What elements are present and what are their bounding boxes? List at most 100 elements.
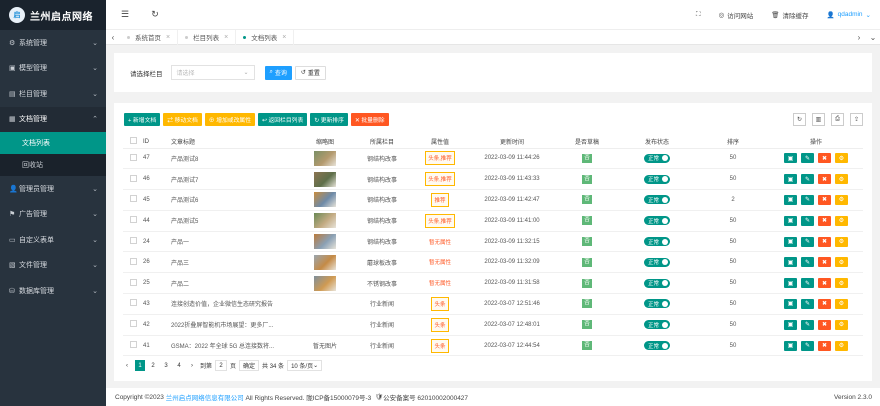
close-icon[interactable]: × [224, 34, 228, 41]
table-row[interactable]: 41 GSMA：2022 年全球 5G 总连接数将... 暂无图片 行业新闻 头条 202… [123, 335, 863, 357]
sidebar-item[interactable]: ⚙ 系统管理 ⌄ [0, 30, 106, 56]
category-select[interactable]: 请选择 ⌄ [170, 65, 255, 80]
clear-cache-link[interactable]: 🗑 清除缓存 [762, 10, 817, 20]
edit-icon[interactable]: ✎ [801, 174, 814, 185]
settings-icon[interactable]: ⚙ [835, 174, 848, 185]
delete-icon[interactable]: ✖ [818, 298, 831, 309]
row-select-cell[interactable] [123, 231, 143, 253]
sidebar-item[interactable]: ▧ 文件管理 ⌄ [0, 253, 106, 279]
search-button[interactable]: ⌕ 查询 [264, 65, 292, 80]
row-checkbox[interactable] [129, 153, 137, 161]
status-toggle[interactable]: 正常 [643, 299, 670, 309]
status-toggle[interactable]: 正常 [643, 278, 670, 288]
row-checkbox[interactable] [129, 174, 137, 182]
delete-icon[interactable]: ✖ [818, 236, 831, 247]
visit-site-link[interactable]: ◎ 访问网站 [710, 10, 763, 20]
page-size-select[interactable]: 10 条/页 ⌄ [287, 360, 323, 371]
delete-icon[interactable]: ✖ [818, 340, 831, 351]
status-toggle[interactable]: 正常 [643, 257, 670, 267]
page-1[interactable]: 1 [135, 360, 145, 371]
edit-icon[interactable]: ✎ [801, 340, 814, 351]
toolbar-button[interactable]: ⊕ 增加或改属性 [204, 113, 255, 126]
settings-icon[interactable]: ⚙ [835, 278, 848, 289]
row-select-cell[interactable] [123, 251, 143, 274]
toolbar-button[interactable]: ✕ 批量删除 [350, 113, 389, 126]
menu-toggle-icon[interactable]: ☰ [114, 9, 136, 20]
reset-button[interactable]: ↺ 重置 [294, 65, 326, 80]
tab-category-list[interactable]: 栏目列表 × [178, 29, 237, 45]
row-checkbox[interactable] [129, 341, 137, 349]
toolbar-button[interactable]: ⇄ 移动文档 [163, 113, 202, 126]
page-3[interactable]: 3 [161, 360, 171, 371]
page-4[interactable]: 4 [174, 360, 184, 371]
status-toggle[interactable]: 正常 [643, 153, 670, 163]
row-checkbox[interactable] [129, 195, 137, 203]
edit-icon[interactable]: ✎ [801, 319, 814, 330]
sidebar-item[interactable]: ⚑ 广告管理 ⌄ [0, 202, 106, 228]
row-select-cell[interactable] [123, 272, 143, 295]
table-row[interactable]: 44 产品测试5 钢结构改事 头条,推荐 2022-03-09 11:41:00 否 正常 5… [123, 210, 863, 232]
goto-confirm-button[interactable]: 确定 [239, 360, 260, 371]
status-toggle[interactable]: 正常 [643, 195, 670, 205]
view-icon[interactable]: ▣ [784, 174, 797, 185]
table-row[interactable]: 45 产品测试6 钢结构改事 推荐 2022-03-09 11:42:47 否 正常 2 ▣ ✎ ✖… [123, 189, 863, 211]
delete-icon[interactable]: ✖ [818, 194, 831, 205]
edit-icon[interactable]: ✎ [801, 298, 814, 309]
settings-icon[interactable]: ⚙ [835, 215, 848, 226]
row-select-cell[interactable] [123, 293, 143, 315]
tab-home[interactable]: 系统首页 × [120, 29, 179, 45]
settings-icon[interactable]: ⚙ [835, 257, 848, 268]
table-row[interactable]: 46 产品测试7 钢结构改事 头条,推荐 2022-03-09 11:43:33 否 正常 5… [123, 168, 863, 191]
settings-icon[interactable]: ⚙ [835, 236, 848, 247]
table-row[interactable]: 42 2022折叠屏智能机市场展望：更多厂... 行业新闻 头条 2022-03-07 … [123, 314, 863, 336]
settings-icon[interactable]: ⚙ [835, 340, 848, 351]
toolbar-button[interactable]: + 新增文档 [124, 113, 161, 126]
status-toggle[interactable]: 正常 [643, 237, 670, 247]
row-checkbox[interactable] [129, 278, 137, 286]
settings-icon[interactable]: ⚙ [835, 153, 848, 164]
table-row[interactable]: 24 产品一 钢结构改事 暂无属性 2022-03-09 11:32:15 否 正常 50 ▣ ✎… [123, 231, 863, 253]
refresh-table-icon[interactable]: ↻ [793, 113, 806, 126]
row-checkbox[interactable] [129, 320, 137, 328]
row-checkbox[interactable] [129, 299, 137, 307]
view-icon[interactable]: ▣ [784, 194, 797, 205]
edit-icon[interactable]: ✎ [801, 215, 814, 226]
settings-icon[interactable]: ⚙ [835, 194, 848, 205]
tab-menu-chevron-icon[interactable]: ⌄ [866, 33, 880, 42]
row-checkbox[interactable] [129, 237, 137, 245]
view-icon[interactable]: ▣ [784, 236, 797, 247]
row-checkbox[interactable] [129, 257, 137, 265]
row-select-cell[interactable] [123, 210, 143, 232]
toolbar-button[interactable]: ↩ 返回栏目列表 [258, 113, 308, 126]
select-all-cell[interactable] [123, 136, 143, 149]
table-row[interactable]: 47 产品测试8 钢结构改事 头条,推荐 2022-03-09 11:44:26 否 正常 5… [123, 148, 863, 170]
refresh-icon[interactable]: ↻ [144, 9, 166, 20]
delete-icon[interactable]: ✖ [818, 278, 831, 289]
sidebar-item[interactable]: ▦ 文档管理 ⌃ [0, 106, 106, 132]
tab-document-list[interactable]: 文档列表 × [236, 29, 295, 45]
view-icon[interactable]: ▣ [784, 153, 797, 164]
fullscreen-icon[interactable]: ⛶ [687, 11, 710, 19]
delete-icon[interactable]: ✖ [818, 257, 831, 268]
close-icon[interactable]: × [166, 34, 170, 41]
row-select-cell[interactable] [123, 148, 143, 170]
row-checkbox[interactable] [129, 216, 137, 224]
table-row[interactable]: 43 连接创造价值，企业微信生态研究报告 行业新闻 头条 2022-03-07 12:5… [123, 293, 863, 315]
delete-icon[interactable]: ✖ [818, 174, 831, 185]
edit-icon[interactable]: ✎ [801, 194, 814, 205]
company-link[interactable]: 兰州启点网络信息有限公司 [166, 392, 244, 402]
edit-icon[interactable]: ✎ [801, 278, 814, 289]
edit-icon[interactable]: ✎ [801, 257, 814, 268]
view-icon[interactable]: ▣ [784, 340, 797, 351]
tab-next-icon[interactable]: › [852, 33, 866, 42]
select-all-checkbox[interactable] [129, 137, 137, 145]
sidebar-item[interactable]: ⛁ 数据库管理 ⌄ [0, 278, 106, 304]
delete-icon[interactable]: ✖ [818, 153, 831, 164]
sidebar-subitem[interactable]: 回收站 [0, 154, 106, 176]
delete-icon[interactable]: ✖ [818, 319, 831, 330]
edit-icon[interactable]: ✎ [801, 236, 814, 247]
status-toggle[interactable]: 正常 [643, 320, 670, 330]
settings-icon[interactable]: ⚙ [835, 298, 848, 309]
view-icon[interactable]: ▣ [784, 257, 797, 268]
export-icon[interactable]: ⇪ [850, 113, 863, 126]
